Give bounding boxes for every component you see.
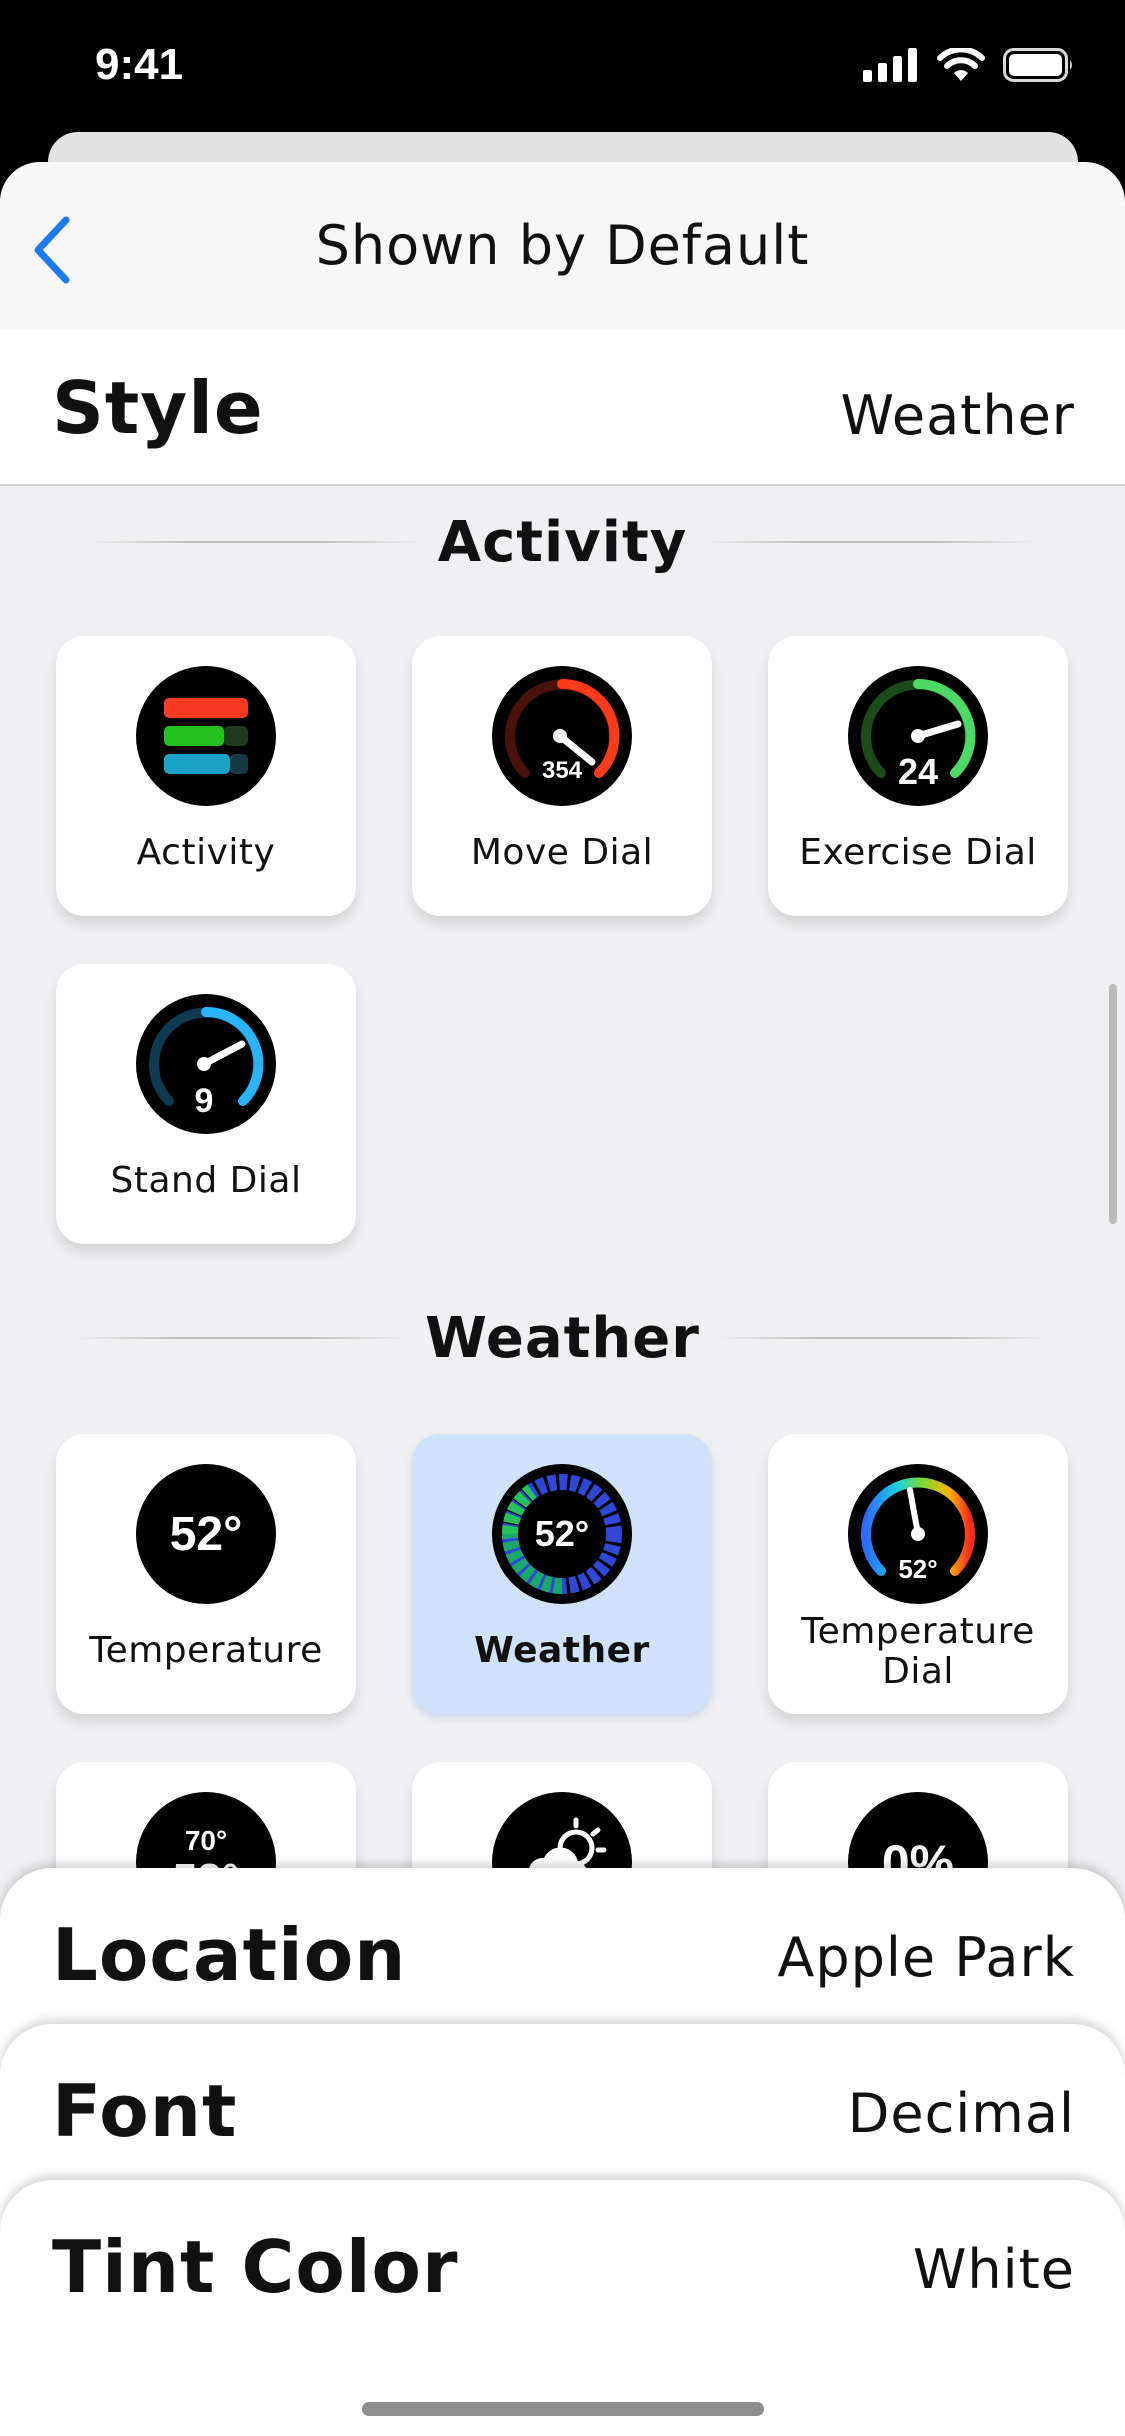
complication-card-temperature[interactable]: 52° Temperature bbox=[56, 1434, 356, 1714]
complication-card-move-dial[interactable]: 354 Move Dial bbox=[412, 636, 712, 916]
complication-card-temperature-dial[interactable]: 52° Temperature Dial bbox=[768, 1434, 1068, 1714]
style-value: Weather bbox=[840, 384, 1075, 447]
complication-card-activity[interactable]: Activity bbox=[56, 636, 356, 916]
section-header-activity: Activity bbox=[0, 502, 1125, 582]
home-indicator[interactable] bbox=[362, 2402, 764, 2416]
location-label: Location bbox=[52, 1913, 407, 1997]
navigation-bar: Shown by Default bbox=[0, 162, 1125, 332]
weather-ring-icon: 52° bbox=[492, 1464, 632, 1604]
temperature-value: 52° bbox=[170, 1508, 243, 1561]
complication-card-exercise-dial[interactable]: 24 Exercise Dial bbox=[768, 636, 1068, 916]
card-label: Weather bbox=[474, 1630, 650, 1671]
section-title: Weather bbox=[425, 1305, 700, 1371]
stand-dial-icon: 9 bbox=[136, 994, 276, 1134]
section-header-weather: Weather bbox=[0, 1298, 1125, 1378]
section-title: Activity bbox=[437, 509, 688, 575]
font-value: Decimal bbox=[847, 2082, 1075, 2145]
status-bar: 9:41 bbox=[0, 0, 1125, 140]
tint-color-value: White bbox=[912, 2238, 1075, 2301]
scrollbar[interactable] bbox=[1109, 984, 1117, 1224]
card-label: Exercise Dial bbox=[799, 832, 1037, 873]
dial-value: 24 bbox=[898, 751, 938, 792]
complication-card-weather[interactable]: 52° Weather bbox=[412, 1434, 712, 1714]
card-label: Move Dial bbox=[470, 832, 654, 873]
location-value: Apple Park bbox=[777, 1926, 1075, 1989]
temperature-icon: 52° bbox=[136, 1464, 276, 1604]
cellular-signal-icon bbox=[863, 48, 917, 82]
dial-value: 354 bbox=[542, 757, 583, 784]
temperature-dial-icon: 52° bbox=[848, 1464, 988, 1604]
complication-picker-sheet: Shown by Default Style Weather Activity … bbox=[0, 162, 1125, 2436]
divider bbox=[89, 541, 420, 543]
high-value: 70° bbox=[185, 1825, 227, 1856]
dial-value: 9 bbox=[195, 1082, 214, 1120]
card-label: Temperature Dial bbox=[801, 1611, 1035, 1692]
battery-icon bbox=[1003, 48, 1072, 82]
card-label: Activity bbox=[136, 832, 276, 873]
exercise-dial-icon: 24 bbox=[848, 666, 988, 806]
move-dial-icon: 354 bbox=[492, 666, 632, 806]
weather-value: 52° bbox=[535, 1513, 589, 1554]
tint-color-row[interactable]: Tint Color White bbox=[0, 2180, 1125, 2436]
divider bbox=[77, 1337, 408, 1339]
wifi-icon bbox=[937, 48, 985, 81]
complication-card-stand-dial[interactable]: 9 Stand Dial bbox=[56, 964, 356, 1244]
status-icons bbox=[863, 48, 1075, 82]
font-label: Font bbox=[52, 2069, 238, 2153]
card-label: Stand Dial bbox=[110, 1160, 302, 1201]
tint-color-label: Tint Color bbox=[52, 2225, 459, 2309]
card-label: Temperature bbox=[89, 1630, 323, 1671]
divider bbox=[705, 541, 1036, 543]
status-time: 9:41 bbox=[95, 40, 184, 89]
page-title: Shown by Default bbox=[315, 214, 810, 277]
style-row[interactable]: Style Weather bbox=[0, 330, 1125, 486]
style-label: Style bbox=[52, 366, 264, 450]
dial-value: 52° bbox=[898, 1554, 937, 1584]
activity-rings-icon bbox=[136, 666, 276, 806]
divider bbox=[717, 1337, 1048, 1339]
